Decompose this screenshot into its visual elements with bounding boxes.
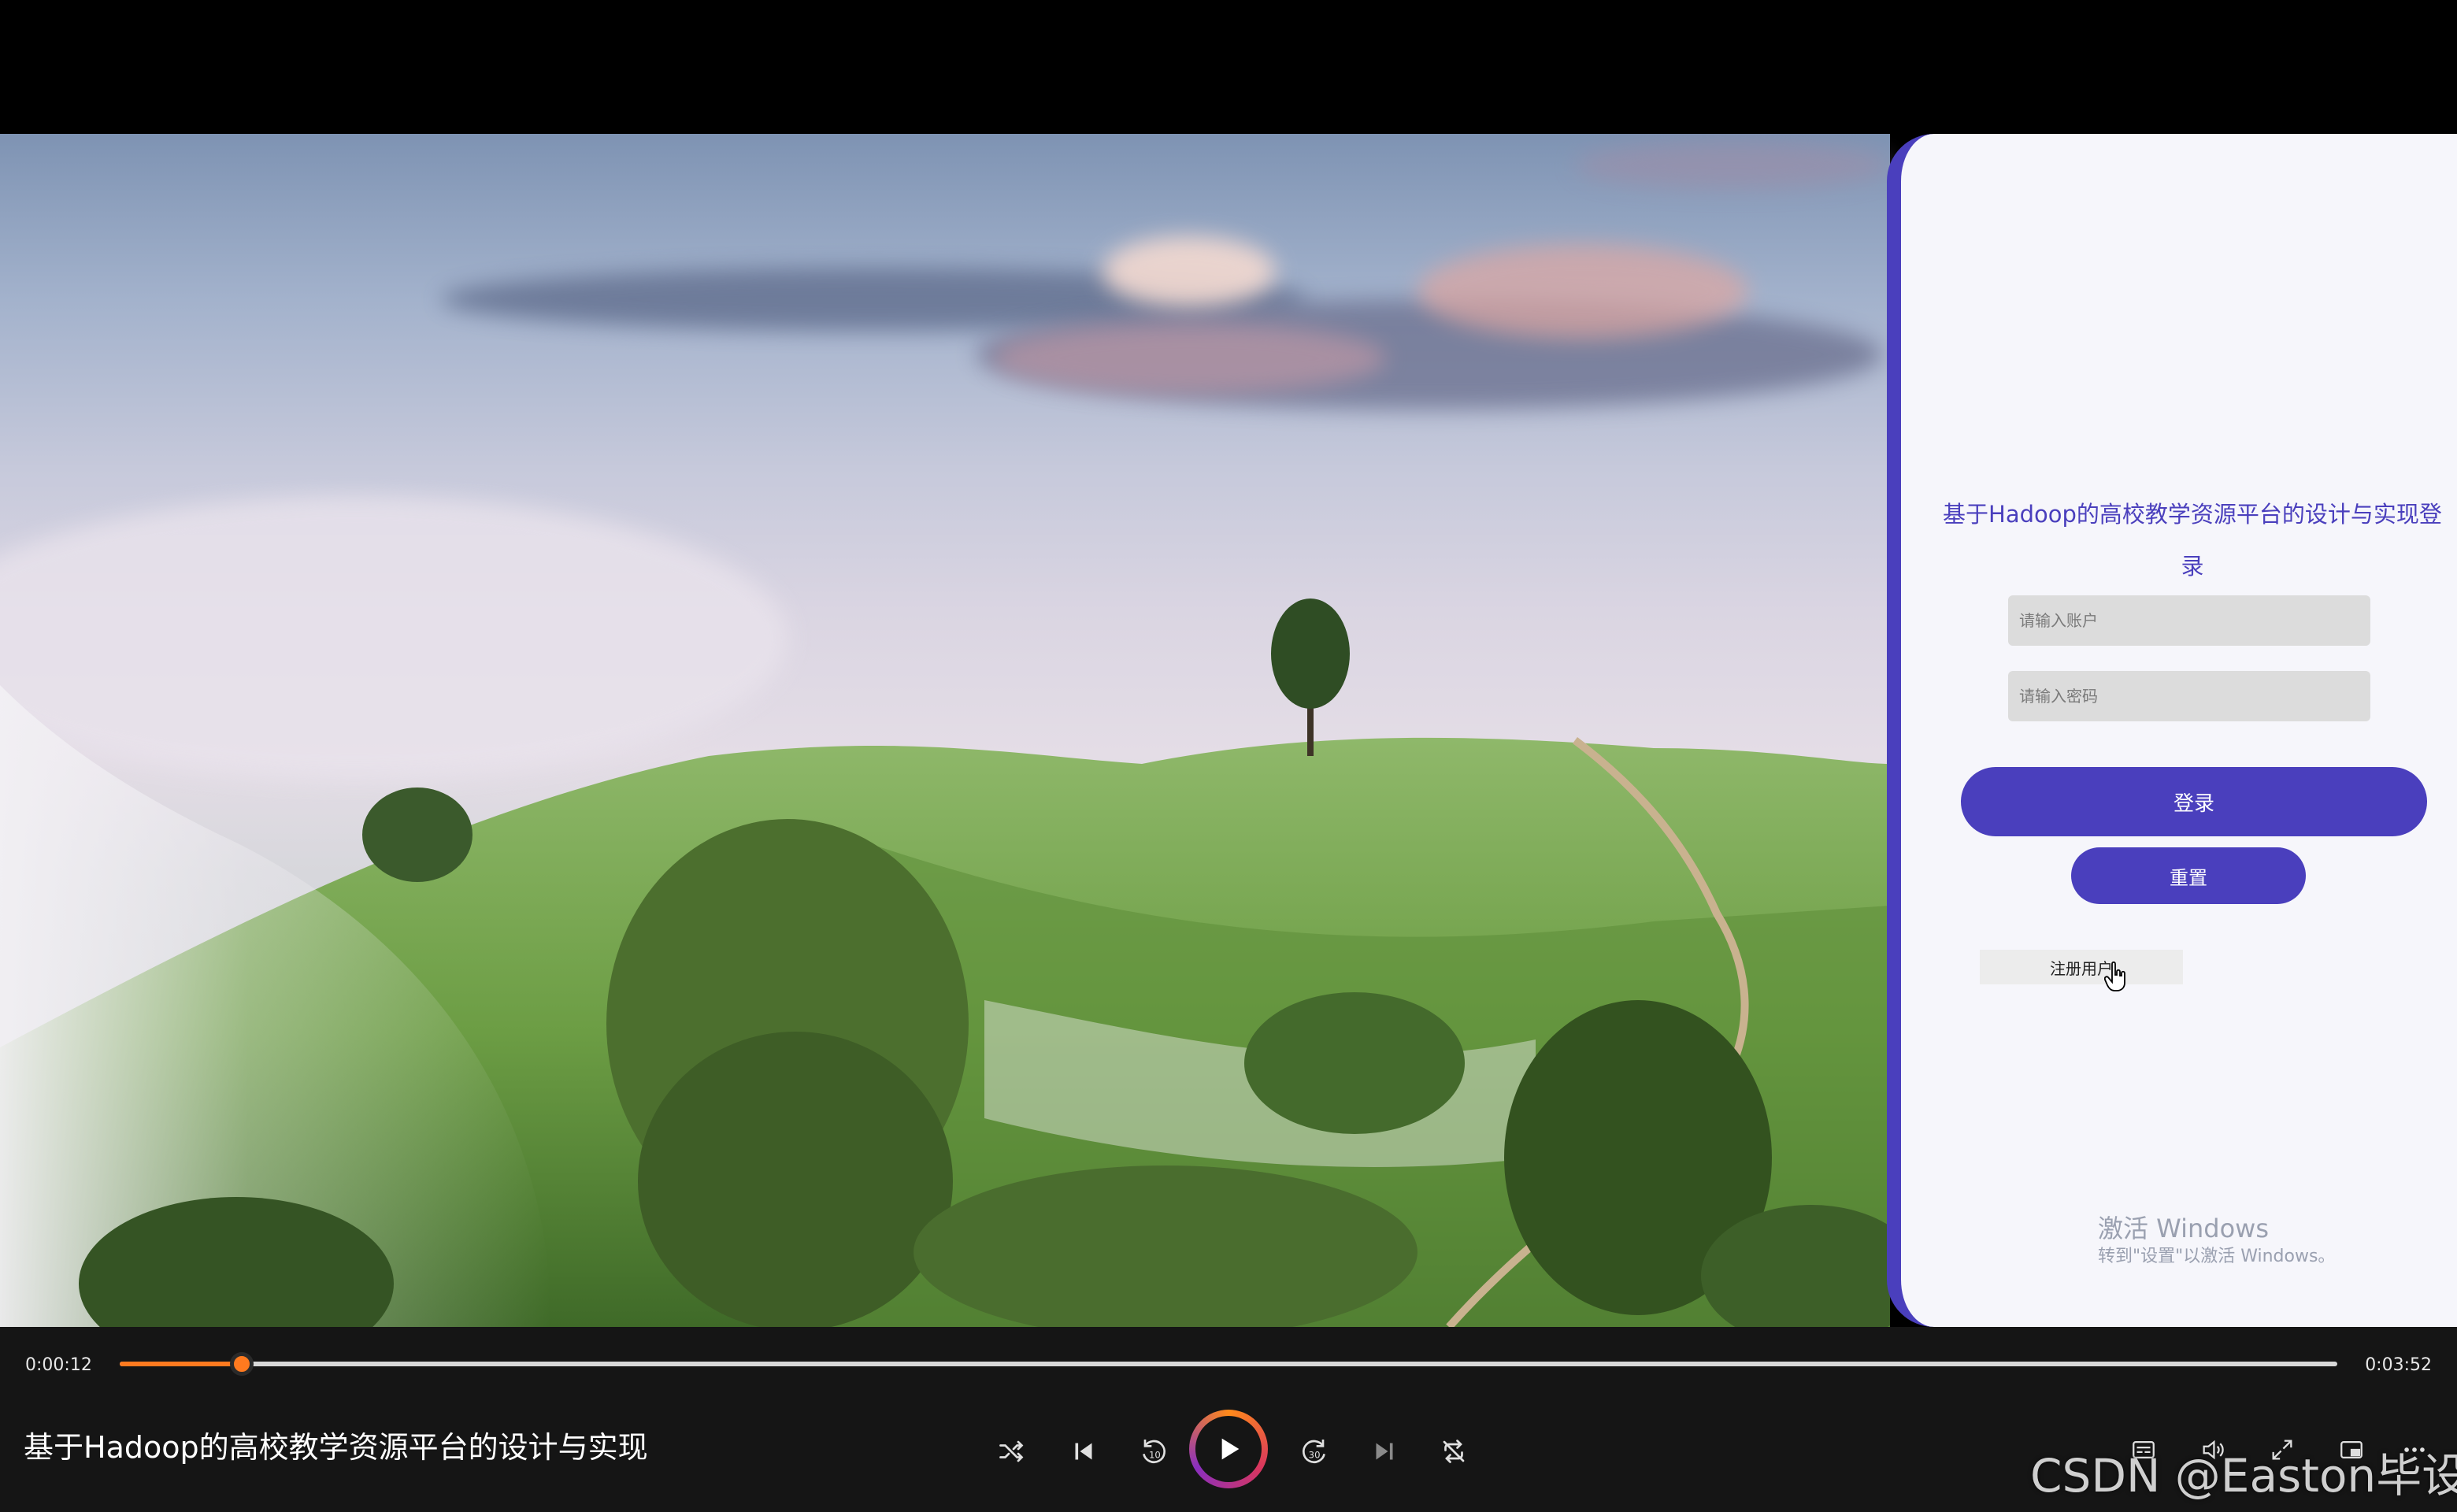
video-title: 基于Hadoop的高校教学资源平台的设计与实现 <box>24 1430 648 1465</box>
repeat-icon[interactable] <box>1432 1429 1476 1473</box>
register-button[interactable]: 注册用户 <box>1980 950 2183 984</box>
seek-bar[interactable] <box>120 1352 2337 1376</box>
top-black-bar <box>0 0 2457 134</box>
login-title: 基于Hadoop的高校教学资源平台的设计与实现登录 <box>1943 501 2442 580</box>
login-button[interactable]: 登录 <box>1961 767 2427 836</box>
hand-cursor-icon <box>2103 961 2128 995</box>
csdn-watermark: CSDN @Easton毕设 <box>2030 1449 2457 1503</box>
video-frame[interactable]: 基于Hadoop的高校教学资源平台的设计与实现登录 登录 重置 注册用户 激活 … <box>0 134 2457 1327</box>
password-input[interactable] <box>2008 671 2370 721</box>
windows-activation-subtitle: 转到"设置"以激活 Windows。 <box>2098 1247 2336 1266</box>
login-panel: 基于Hadoop的高校教学资源平台的设计与实现登录 登录 重置 注册用户 激活 … <box>1887 134 2457 1327</box>
previous-icon[interactable] <box>1062 1429 1106 1473</box>
play-button[interactable] <box>1189 1410 1268 1488</box>
account-input[interactable] <box>2008 595 2370 646</box>
rewind-10-icon[interactable]: 10 <box>1131 1429 1175 1473</box>
seek-progress <box>120 1362 242 1366</box>
reset-button[interactable]: 重置 <box>2071 847 2306 904</box>
forward-30-icon[interactable]: 30 <box>1293 1429 1337 1473</box>
svg-text:30: 30 <box>1309 1449 1321 1460</box>
next-icon[interactable] <box>1362 1429 1406 1473</box>
seek-track <box>120 1362 2337 1366</box>
seek-thumb[interactable] <box>229 1352 254 1376</box>
total-duration: 0:03:52 <box>2365 1355 2432 1375</box>
shuffle-icon[interactable] <box>989 1429 1033 1473</box>
svg-text:10: 10 <box>1149 1449 1161 1460</box>
windows-activation-title: 激活 Windows <box>2098 1214 2270 1243</box>
elapsed-time: 0:00:12 <box>25 1355 92 1375</box>
player-controls: 0:00:12 0:03:52 基于Hadoop的高校教学资源平台的设计与实现 … <box>0 1327 2457 1512</box>
play-icon <box>1195 1416 1262 1482</box>
background-landscape-image <box>0 134 1890 1327</box>
windows-activation-watermark: 激活 Windows 转到"设置"以激活 Windows。 <box>2098 1213 2335 1269</box>
